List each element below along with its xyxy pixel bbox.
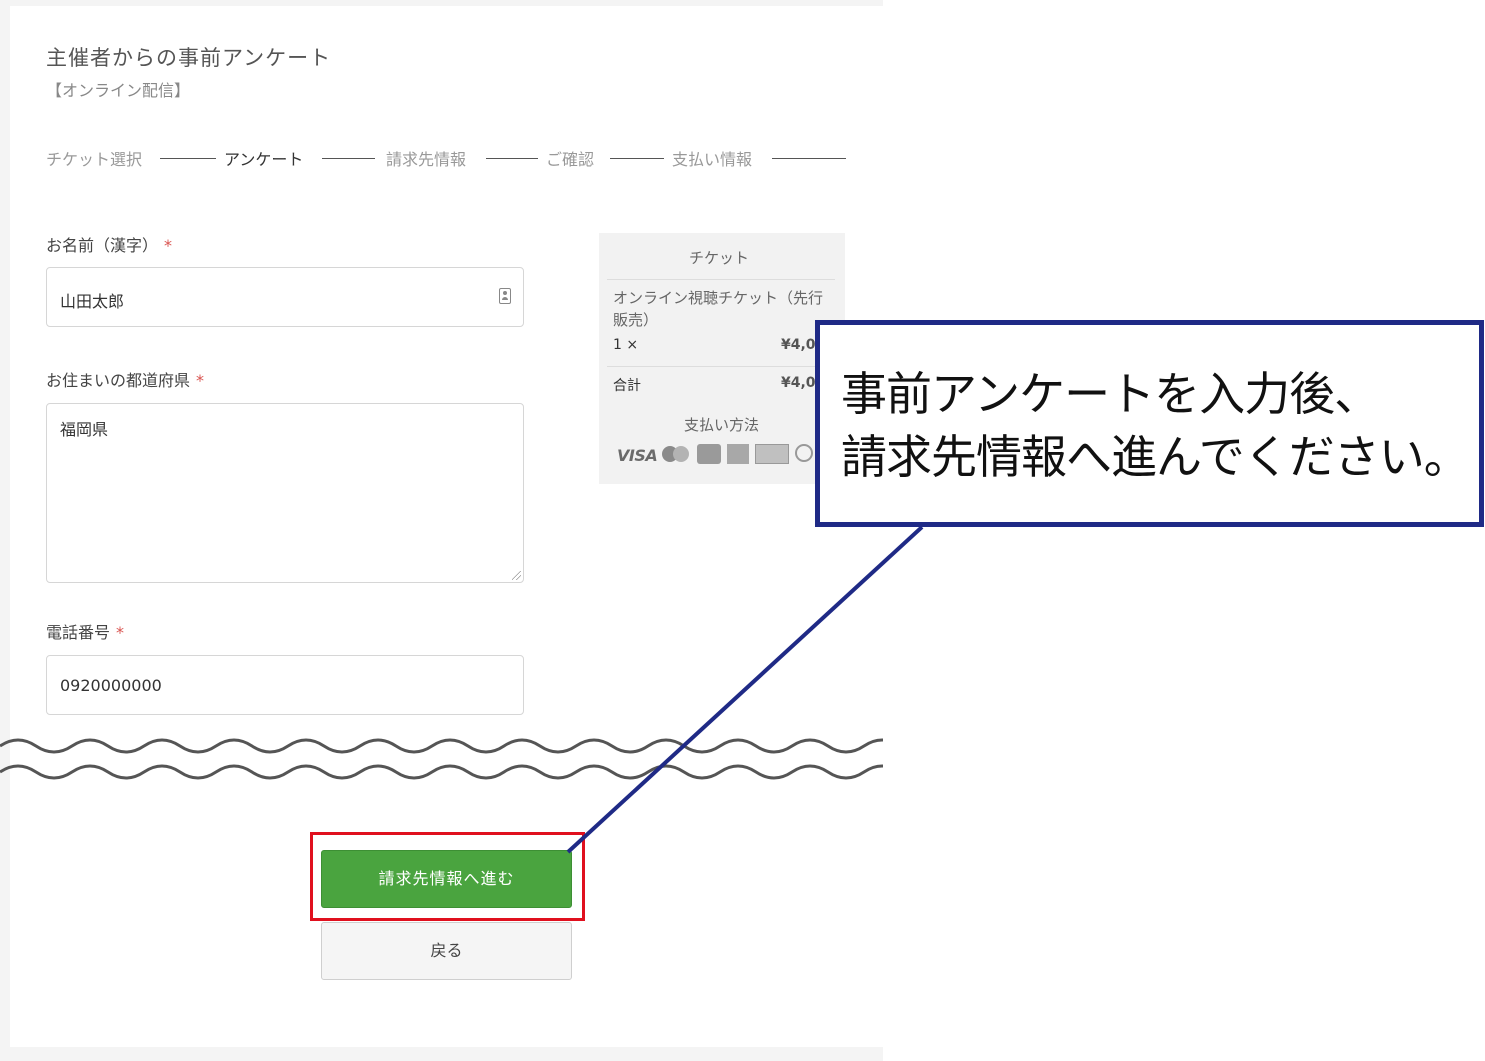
amex-icon bbox=[727, 444, 749, 464]
step-confirmation: ご確認 bbox=[546, 150, 595, 169]
event-subtitle: 【オンライン配信】 bbox=[46, 81, 191, 100]
phone-label: 電話番号 * bbox=[46, 619, 124, 643]
step-connector bbox=[486, 158, 538, 159]
summary-item-name: オンライン視聴チケット（先行販売） bbox=[613, 289, 824, 329]
required-mark: * bbox=[196, 371, 205, 390]
payment-methods-heading: 支払い方法 bbox=[683, 416, 759, 434]
prefecture-label: お住まいの都道府県 * bbox=[46, 367, 204, 391]
required-mark: * bbox=[164, 236, 173, 255]
phone-input[interactable]: 0920000000 bbox=[46, 655, 524, 715]
highlight-box bbox=[310, 832, 585, 921]
back-button[interactable]: 戻る bbox=[321, 922, 572, 980]
phone-input-value: 0920000000 bbox=[60, 676, 162, 695]
prefecture-textarea[interactable]: 福岡県 bbox=[46, 403, 524, 583]
discover-icon bbox=[755, 444, 789, 464]
summary-total-label: 合計 bbox=[613, 378, 641, 394]
diners-icon bbox=[795, 444, 813, 462]
name-label: お名前（漢字） * bbox=[46, 232, 172, 256]
step-connector bbox=[322, 158, 375, 159]
wave-line-bottom bbox=[0, 764, 883, 780]
summary-divider bbox=[607, 366, 835, 367]
step-survey: アンケート bbox=[224, 150, 304, 169]
callout-line-2: 請求先情報へ進んでください。 bbox=[841, 430, 1470, 484]
step-connector bbox=[772, 158, 846, 159]
step-connector bbox=[160, 158, 216, 159]
step-payment-info: 支払い情報 bbox=[672, 150, 753, 169]
name-input-value: 山田太郎 bbox=[60, 292, 125, 311]
summary-total-price: ¥4,0 bbox=[781, 375, 816, 391]
page-break-wave-divider bbox=[0, 738, 883, 780]
required-mark: * bbox=[116, 623, 125, 642]
jcb-icon bbox=[697, 444, 721, 464]
mastercard-icon bbox=[662, 444, 692, 466]
name-input[interactable]: 山田太郎 bbox=[46, 267, 524, 327]
wave-line-top bbox=[0, 738, 883, 754]
summary-heading: チケット bbox=[688, 249, 749, 267]
summary-item-price: ¥4,0 bbox=[781, 337, 816, 353]
payment-card-logos: VISA bbox=[617, 444, 845, 468]
contact-card-icon[interactable] bbox=[499, 288, 511, 304]
callout-text: 事前アンケートを入力後、 請求先情報へ進んでください。 bbox=[841, 363, 1470, 489]
callout-line-1: 事前アンケートを入力後、 bbox=[841, 367, 1380, 421]
prefecture-label-text: お住まいの都道府県 bbox=[46, 371, 191, 390]
summary-divider bbox=[607, 279, 835, 280]
name-label-text: お名前（漢字） bbox=[46, 236, 159, 255]
visa-icon: VISA bbox=[617, 446, 658, 465]
prefecture-textarea-value: 福岡県 bbox=[60, 420, 109, 439]
summary-quantity: 1 × bbox=[613, 337, 639, 353]
step-billing-info: 請求先情報 bbox=[386, 150, 467, 169]
phone-label-text: 電話番号 bbox=[46, 623, 111, 642]
order-summary: チケット オンライン視聴チケット（先行販売） 1 × ¥4,0 合計 ¥4,0 … bbox=[599, 233, 845, 484]
resize-handle-icon[interactable] bbox=[512, 571, 521, 580]
step-ticket-selection: チケット選択 bbox=[46, 150, 143, 169]
event-title: 主催者からの事前アンケート bbox=[46, 46, 332, 70]
instruction-callout: 事前アンケートを入力後、 請求先情報へ進んでください。 bbox=[815, 320, 1484, 527]
step-connector bbox=[610, 158, 664, 159]
progress-steps: チケット選択 アンケート 請求先情報 ご確認 支払い情報 bbox=[46, 146, 846, 172]
